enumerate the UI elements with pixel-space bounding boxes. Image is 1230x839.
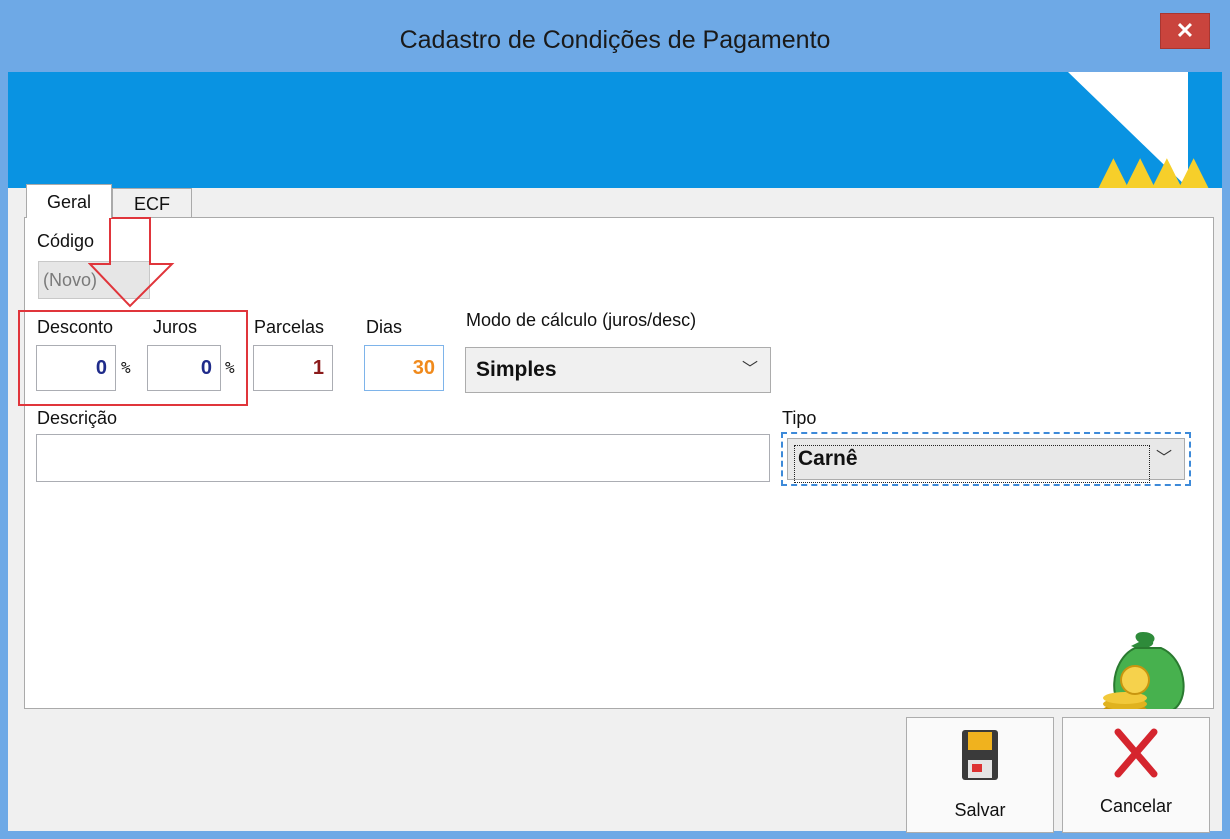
chevron-down-icon: ﹀ bbox=[741, 361, 758, 378]
dialog-client-area: Geral ECF Código (Novo) Desconto 0 % Jur… bbox=[8, 184, 1222, 833]
save-button-label: Salvar bbox=[954, 800, 1006, 820]
tab-page-geral: Código (Novo) Desconto 0 % Juros 0 % Par… bbox=[24, 217, 1214, 716]
red-x-icon bbox=[1114, 728, 1158, 778]
close-button[interactable]: ✕ bbox=[1160, 13, 1210, 49]
codigo-label: Código bbox=[37, 231, 95, 251]
dias-field[interactable]: 30 bbox=[364, 345, 444, 391]
modo-calculo-select[interactable]: Simples ﹀ bbox=[465, 347, 771, 393]
money-bag-icon bbox=[1103, 632, 1185, 716]
close-icon: ✕ bbox=[1175, 18, 1195, 43]
annotation-highlight-box bbox=[18, 310, 248, 406]
tipo-focus-indicator bbox=[794, 445, 1150, 483]
cancel-button[interactable]: Cancelar bbox=[1062, 717, 1210, 833]
modo-calculo-label: Modo de cálculo (juros/desc) bbox=[466, 310, 697, 330]
header-banner: ▲▲▲▲ bbox=[8, 72, 1222, 188]
banner-logo-decoration: ▲▲▲▲ bbox=[1098, 148, 1209, 188]
parcelas-label: Parcelas bbox=[254, 317, 325, 337]
tipo-select-focus-ring: Carnê ﹀ bbox=[781, 432, 1191, 486]
tab-ecf[interactable]: ECF bbox=[112, 188, 192, 218]
save-button[interactable]: Salvar bbox=[906, 717, 1054, 833]
tab-geral[interactable]: Geral bbox=[26, 184, 112, 218]
button-bar: Salvar Cancelar bbox=[8, 709, 1222, 833]
floppy-disk-icon bbox=[962, 730, 998, 780]
descricao-field[interactable] bbox=[36, 434, 770, 482]
modo-calculo-value: Simples bbox=[476, 358, 557, 381]
title-bar: Cadastro de Condições de Pagamento ✕ bbox=[0, 0, 1230, 72]
window-title: Cadastro de Condições de Pagamento bbox=[399, 26, 831, 54]
parcelas-field[interactable]: 1 bbox=[253, 345, 333, 391]
annotation-arrow-icon bbox=[88, 217, 175, 308]
tipo-select[interactable]: Carnê ﹀ bbox=[787, 438, 1185, 483]
cancel-button-label: Cancelar bbox=[1099, 796, 1173, 816]
chevron-down-icon: ﹀ bbox=[1155, 450, 1172, 467]
dias-label: Dias bbox=[366, 317, 403, 337]
tipo-label: Tipo bbox=[782, 408, 817, 428]
tab-ecf-label: ECF bbox=[134, 194, 170, 214]
dialog-window: Cadastro de Condições de Pagamento ✕ ▲▲▲… bbox=[0, 0, 1230, 839]
tab-geral-label: Geral bbox=[46, 192, 91, 212]
descricao-label: Descrição bbox=[37, 408, 118, 428]
